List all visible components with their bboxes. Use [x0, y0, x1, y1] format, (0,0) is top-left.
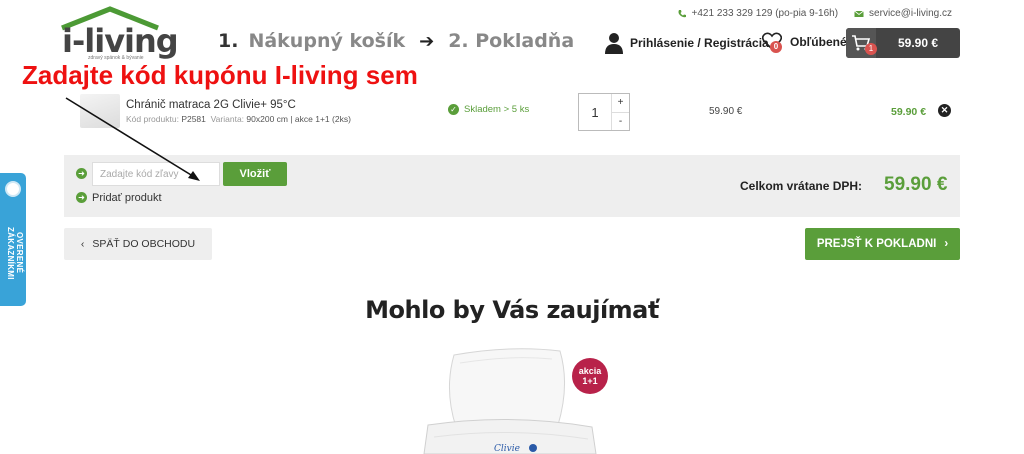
favorites-count-badge: 0: [770, 41, 782, 53]
cart-button[interactable]: 1 59.90 €: [846, 28, 960, 58]
total-value: 59.90 €: [884, 174, 948, 195]
product-variant: 90x200 cm | akce 1+1 (2ks): [246, 114, 351, 124]
email-address: service@i-living.cz: [869, 8, 952, 19]
product-variant-label: Varianta:: [210, 114, 245, 124]
checkout-steps: 1. Nákupný košík ➔ 2. Pokladňa: [218, 30, 574, 52]
add-product-link[interactable]: Pridať produkt: [92, 192, 162, 204]
stock-label: Skladem > 5 ks: [464, 104, 530, 115]
user-icon: [605, 33, 623, 54]
contact-bar: +421 233 329 129 (po-pia 9-16h) service@…: [677, 8, 952, 19]
chevron-right-icon: ›: [944, 238, 949, 250]
quantity-value[interactable]: 1: [579, 94, 611, 130]
line-total: 59.90 €: [891, 106, 927, 118]
proceed-to-checkout-button[interactable]: PREJSŤ K POKLADNI ›: [805, 228, 960, 260]
email-contact[interactable]: service@i-living.cz: [854, 8, 952, 19]
login-link[interactable]: Prihlásenie / Registrácia: [604, 32, 769, 54]
envelope-icon: [854, 10, 864, 17]
back-label: SPÄŤ DO OBCHODU: [92, 238, 196, 250]
step1-label: Nákupný košík: [248, 30, 406, 52]
coupon-annotation: Zadajte kód kupónu I-living sem: [22, 60, 418, 90]
favorites-link[interactable]: 0 Obľúbené: [761, 32, 847, 53]
back-to-shop-button[interactable]: ‹ SPÄŤ DO OBCHODU: [64, 228, 212, 260]
quantity-stepper[interactable]: 1 + -: [578, 93, 630, 131]
verified-reviews-tab[interactable]: OVERENÉ ZÁKAZNÍKMI: [0, 173, 26, 306]
pillow-product-image[interactable]: Clivie: [420, 345, 600, 454]
cart-total: 59.90 €: [897, 36, 939, 50]
check-circle-icon: ✓: [448, 104, 459, 115]
cart-item-row: Chránič matraca 2G Clivie+ 95°C Kód prod…: [64, 90, 960, 140]
apply-coupon-button[interactable]: Vložiť: [223, 162, 287, 186]
product-thumbnail[interactable]: [80, 94, 120, 128]
product-meta: Kód produktu: P2581 Varianta: 90x200 cm …: [126, 114, 351, 124]
remove-item-icon[interactable]: ✕: [938, 104, 951, 117]
unit-price: 59.90 €: [709, 106, 743, 117]
side-tab-label: OVERENÉ ZÁKAZNÍKMI: [6, 226, 24, 280]
favorites-icon-wrap: 0: [761, 32, 784, 53]
phone-number: +421 233 329 129 (po-pia 9-16h): [691, 8, 839, 19]
favorites-label: Obľúbené: [790, 35, 847, 49]
quantity-decrease-button[interactable]: -: [612, 113, 629, 131]
login-label: Prihlásenie / Registrácia: [630, 36, 769, 50]
coupon-input[interactable]: [92, 162, 220, 186]
chevron-left-icon: ‹: [80, 238, 85, 250]
promo-badge: akcia 1+1: [572, 358, 608, 394]
product-name[interactable]: Chránič matraca 2G Clivie+ 95°C: [126, 99, 296, 111]
phone-icon: [678, 9, 686, 17]
product-code-label: Kód produktu:: [126, 114, 179, 124]
arrow-right-icon: ➔: [419, 30, 435, 52]
total-label: Celkom vrátane DPH:: [740, 179, 863, 193]
verified-badge-icon: [5, 181, 21, 197]
promo-badge-line1: akcia: [578, 366, 602, 376]
pillow-brand-label: Clivie: [494, 444, 520, 454]
quantity-buttons: + -: [611, 94, 629, 130]
cart-icon-box: 1: [846, 28, 877, 58]
arrow-circle-icon: ➜: [76, 168, 87, 179]
recommendations-title: Mohlo by Vás zaujímať: [365, 296, 659, 324]
quantity-increase-button[interactable]: +: [612, 94, 629, 113]
cart-count-badge: 1: [865, 43, 877, 55]
plus-icon: [529, 444, 537, 452]
promo-badge-line2: 1+1: [582, 376, 598, 386]
checkout-label: PREJSŤ K POKLADNI: [816, 238, 937, 250]
step1-number: 1.: [218, 30, 239, 52]
add-circle-icon: ➜: [76, 192, 87, 203]
product-code: P2581: [181, 114, 206, 124]
stock-status: ✓ Skladem > 5 ks: [448, 104, 529, 115]
phone-contact[interactable]: +421 233 329 129 (po-pia 9-16h): [677, 8, 839, 19]
cart-summary: ➜ Vložiť ➜ Pridať produkt Celkom vrátane…: [64, 155, 960, 217]
step2-label: 2. Pokladňa: [448, 30, 575, 52]
